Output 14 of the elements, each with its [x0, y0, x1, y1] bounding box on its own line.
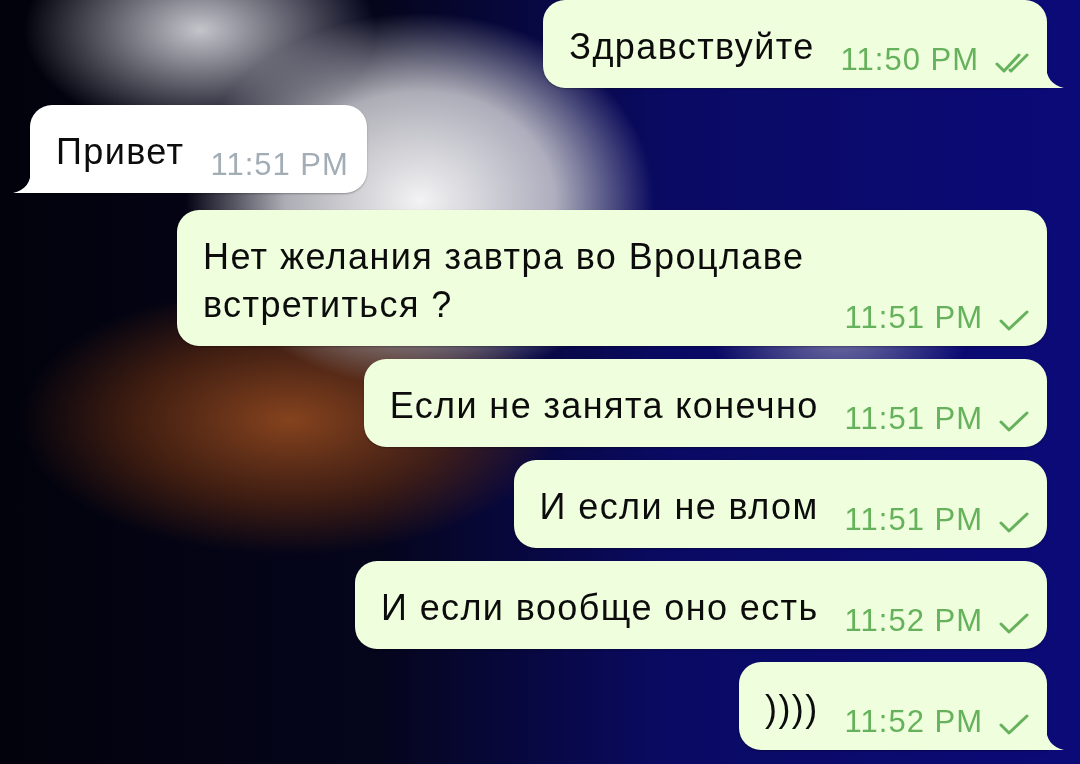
message-time: 11:51 PM: [844, 402, 983, 436]
message-time: 11:52 PM: [844, 705, 983, 739]
message-time: 11:51 PM: [210, 148, 349, 182]
message-text: Здравствуйте: [569, 25, 815, 69]
message-time: 11:50 PM: [840, 43, 979, 77]
message-time: 11:51 PM: [844, 503, 983, 537]
message-text: И если не влом: [539, 485, 819, 529]
message-time: 11:52 PM: [844, 604, 983, 638]
message-time: 11:51 PM: [844, 301, 983, 335]
message-text: )))): [765, 687, 819, 731]
message-text: Если не занята конечно: [389, 384, 819, 428]
message-text: И если вообще оно есть: [380, 586, 819, 630]
message-text: Привет: [56, 130, 185, 174]
message-text: Нет желания завтра во Вроцлаве встретиться ?: [203, 235, 806, 327]
